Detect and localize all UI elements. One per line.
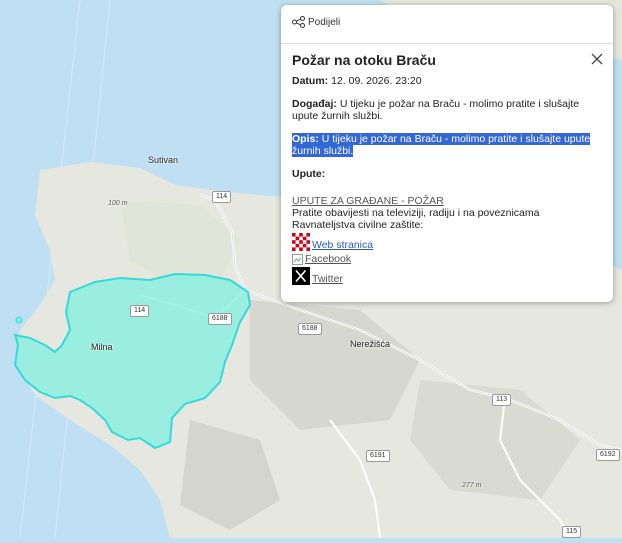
facebook-link-row[interactable]: Facebook (292, 253, 602, 265)
road-shield: 114 (212, 191, 232, 203)
web-link[interactable]: Web stranica (312, 239, 373, 251)
road-shield: 113 (492, 394, 512, 406)
date-value: 12. 09. 2026. 23:20 (331, 75, 422, 87)
instructions-label: Upute: (292, 168, 326, 180)
share-button[interactable]: Podijeli (292, 16, 340, 28)
elevation-label: 277 m (462, 482, 482, 489)
date-row: Datum: 12. 09. 2026. 23:20 (292, 75, 602, 87)
event-row: Događaj: U tijeku je požar na Braču - mo… (292, 98, 602, 122)
elevation-label: 100 m (108, 200, 128, 207)
guide-text: Pratite obavijesti na televiziji, radiju… (292, 207, 540, 231)
croatia-checkerboard-icon (292, 233, 310, 251)
broken-image-icon (292, 254, 303, 265)
fire-area-islet (15, 316, 23, 324)
twitter-link-row[interactable]: Twitter (292, 267, 602, 285)
date-label: Datum: (292, 75, 329, 87)
road-shield: 115 (562, 526, 582, 538)
description-value: U tijeku je požar na Braču - molimo prat… (292, 133, 591, 157)
web-link-row[interactable]: Web stranica (292, 233, 602, 251)
guide-link[interactable]: UPUTE ZA GRAĐANE - POŽAR (292, 195, 602, 207)
popup-header: Podijeli (281, 5, 613, 44)
share-icon (292, 16, 305, 28)
close-icon[interactable] (590, 52, 604, 66)
place-label-nerezisca: Nerežišća (350, 339, 391, 349)
place-label-sutivan: Sutivan (148, 155, 179, 165)
popup-title: Požar na otoku Braču (292, 52, 436, 68)
description-label: Opis: (292, 133, 319, 145)
instructions-row: Upute: (292, 168, 602, 180)
road-shield: 114 (130, 305, 150, 317)
twitter-link[interactable]: Twitter (312, 273, 343, 285)
road-shield: 6188 (298, 323, 322, 335)
event-label: Događaj: (292, 98, 337, 110)
road-shield: 6191 (366, 450, 390, 462)
share-label: Podijeli (308, 16, 341, 28)
road-shield: 6188 (208, 313, 232, 325)
x-logo-icon (292, 267, 310, 285)
facebook-link[interactable]: Facebook (305, 253, 351, 265)
popup-body: Datum: 12. 09. 2026. 23:20 Događaj: U ti… (292, 75, 602, 285)
description-row: Opis: U tijeku je požar na Braču - molim… (292, 133, 602, 157)
road-shield: 6192 (596, 449, 620, 461)
info-popup: Podijeli Požar na otoku Braču Datum: 12.… (281, 5, 613, 302)
place-label-milna: Milna (91, 342, 113, 352)
